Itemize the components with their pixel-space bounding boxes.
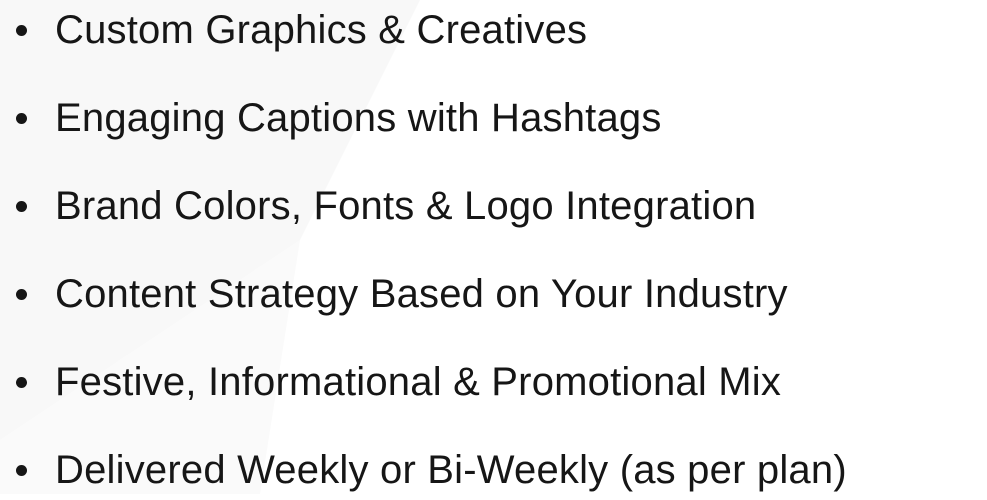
- feature-text: Festive, Informational & Promotional Mix: [55, 360, 782, 404]
- feature-list: Custom Graphics & Creatives Engaging Cap…: [0, 0, 987, 494]
- list-item: Engaging Captions with Hashtags: [16, 88, 662, 148]
- list-item: Brand Colors, Fonts & Logo Integration: [16, 176, 756, 236]
- feature-text: Engaging Captions with Hashtags: [55, 96, 662, 140]
- list-item: Content Strategy Based on Your Industry: [16, 264, 788, 324]
- feature-text: Delivered Weekly or Bi-Weekly (as per pl…: [55, 448, 847, 492]
- feature-text: Content Strategy Based on Your Industry: [55, 272, 788, 316]
- bullet-icon: [16, 112, 27, 124]
- feature-text: Custom Graphics & Creatives: [55, 8, 588, 52]
- list-item: Custom Graphics & Creatives: [16, 0, 587, 60]
- feature-text: Brand Colors, Fonts & Logo Integration: [55, 184, 757, 228]
- bullet-icon: [16, 464, 27, 476]
- bullet-icon: [16, 288, 27, 300]
- bullet-icon: [16, 376, 27, 388]
- list-item: Delivered Weekly or Bi-Weekly (as per pl…: [16, 440, 847, 500]
- bullet-icon: [16, 200, 27, 212]
- list-item: Festive, Informational & Promotional Mix: [16, 352, 781, 412]
- bullet-icon: [16, 24, 27, 36]
